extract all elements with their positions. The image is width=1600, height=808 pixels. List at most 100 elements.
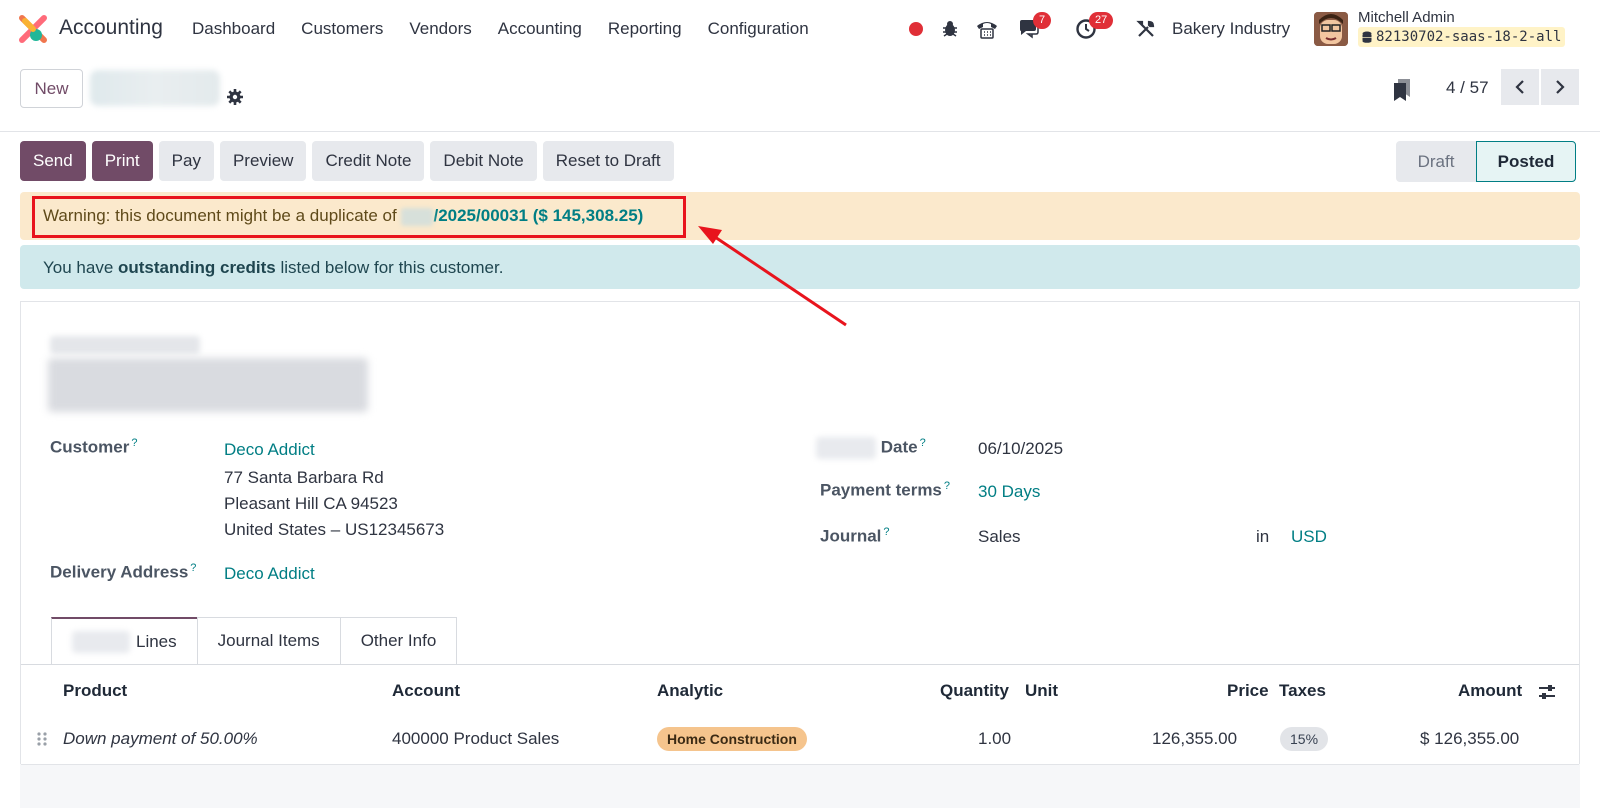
duplicate-document-link[interactable]: /2025/00031 ($ 145,308.25) bbox=[433, 206, 643, 225]
tab-divider bbox=[21, 664, 1579, 665]
record-title-redacted bbox=[90, 70, 220, 106]
help-icon[interactable]: ? bbox=[131, 437, 137, 449]
messages-count-badge: 7 bbox=[1033, 12, 1052, 29]
chevron-right-icon bbox=[1556, 80, 1565, 94]
app-name[interactable]: Accounting bbox=[59, 16, 163, 40]
voip-button[interactable] bbox=[973, 0, 1001, 58]
tab-other-info[interactable]: Other Info bbox=[339, 617, 458, 664]
tab-lines[interactable]: Lines bbox=[51, 617, 198, 664]
bookmark-icon[interactable] bbox=[1393, 78, 1411, 102]
drag-handle-icon[interactable] bbox=[36, 731, 48, 747]
customer-label: Customer? bbox=[50, 437, 138, 457]
warning-prefix: Warning: this document might be a duplic… bbox=[43, 206, 397, 225]
print-button[interactable]: Print bbox=[91, 141, 153, 181]
row-separator bbox=[21, 764, 1579, 765]
bug-icon bbox=[943, 21, 957, 37]
column-quantity[interactable]: Quantity bbox=[940, 681, 1009, 701]
sheet-footer-area bbox=[20, 764, 1580, 808]
pager-value[interactable]: 4 / 57 bbox=[1446, 78, 1489, 98]
line-account[interactable]: 400000 Product Sales bbox=[392, 729, 559, 749]
debug-button[interactable] bbox=[938, 0, 962, 58]
customer-address-line1: 77 Santa Barbara Rd bbox=[224, 468, 384, 487]
user-name[interactable]: Mitchell Admin bbox=[1358, 9, 1455, 26]
pay-button[interactable]: Pay bbox=[158, 141, 214, 181]
notebook-tabs: Lines Journal Items Other Info bbox=[51, 617, 458, 664]
menu-customers[interactable]: Customers bbox=[301, 19, 383, 39]
info-text: You have outstanding credits listed belo… bbox=[43, 258, 503, 278]
new-button[interactable]: New bbox=[20, 69, 83, 108]
pager-next-button[interactable] bbox=[1541, 69, 1579, 105]
gear-icon[interactable] bbox=[226, 88, 244, 106]
menu-accounting[interactable]: Accounting bbox=[498, 19, 582, 39]
duplicate-warning-alert: Warning: this document might be a duplic… bbox=[20, 192, 1580, 240]
tab-journal-items[interactable]: Journal Items bbox=[196, 617, 341, 664]
column-unit[interactable]: Unit bbox=[1025, 681, 1058, 701]
line-price[interactable]: 126,355.00 bbox=[1152, 729, 1237, 749]
journal-label: Journal? bbox=[820, 526, 890, 546]
messages-button[interactable] bbox=[1016, 0, 1044, 58]
menu-configuration[interactable]: Configuration bbox=[708, 19, 809, 39]
main-menu: Dashboard Customers Vendors Accounting R… bbox=[192, 0, 835, 58]
date-label-redacted bbox=[816, 437, 876, 460]
credit-note-button[interactable]: Credit Note bbox=[312, 141, 425, 181]
column-product[interactable]: Product bbox=[63, 681, 127, 701]
debit-note-button[interactable]: Debit Note bbox=[430, 141, 537, 181]
tax-tag[interactable]: 15% bbox=[1280, 727, 1329, 751]
menu-dashboard[interactable]: Dashboard bbox=[192, 19, 275, 39]
info-text-bold: outstanding credits bbox=[118, 258, 276, 277]
document-type-redacted bbox=[50, 336, 200, 354]
activities-count-badge: 27 bbox=[1089, 12, 1114, 29]
status-posted[interactable]: Posted bbox=[1476, 141, 1576, 182]
control-panel: New 4 / 57 bbox=[0, 58, 1600, 132]
chevron-left-icon bbox=[1515, 80, 1524, 94]
accounting-app-icon[interactable] bbox=[19, 15, 47, 43]
menu-reporting[interactable]: Reporting bbox=[608, 19, 682, 39]
tools-icon bbox=[1136, 20, 1155, 37]
line-product[interactable]: Down payment of 50.00% bbox=[63, 729, 258, 749]
settings-tools-button[interactable] bbox=[1133, 0, 1159, 58]
preview-button[interactable]: Preview bbox=[219, 141, 307, 181]
database-name: 82130702-saas-18-2-all bbox=[1376, 29, 1562, 45]
line-quantity[interactable]: 1.00 bbox=[978, 729, 1011, 749]
optional-columns-icon[interactable] bbox=[1537, 683, 1557, 701]
tab-lines-redacted bbox=[72, 630, 130, 653]
payment-terms-link[interactable]: 30 Days bbox=[978, 482, 1040, 502]
database-chip: 82130702-saas-18-2-all bbox=[1358, 27, 1566, 47]
tab-lines-label: Lines bbox=[136, 631, 177, 651]
customer-link[interactable]: Deco Addict bbox=[224, 440, 315, 460]
status-draft[interactable]: Draft bbox=[1396, 141, 1476, 182]
column-analytic[interactable]: Analytic bbox=[657, 681, 723, 701]
currency-link[interactable]: USD bbox=[1291, 527, 1327, 547]
company-switcher[interactable]: Bakery Industry bbox=[1172, 19, 1290, 39]
column-price[interactable]: Price bbox=[1227, 681, 1269, 701]
column-taxes[interactable]: Taxes bbox=[1279, 681, 1326, 701]
status-bar: Draft Posted bbox=[1396, 141, 1576, 182]
delivery-address-label: Delivery Address? bbox=[50, 562, 197, 582]
send-button[interactable]: Send bbox=[20, 141, 86, 181]
help-icon[interactable]: ? bbox=[920, 437, 926, 449]
menu-vendors[interactable]: Vendors bbox=[409, 19, 471, 39]
info-text-pre: You have bbox=[43, 258, 118, 277]
info-text-post: listed below for this customer. bbox=[275, 258, 504, 277]
column-amount[interactable]: Amount bbox=[1458, 681, 1522, 701]
column-account[interactable]: Account bbox=[392, 681, 460, 701]
help-icon[interactable]: ? bbox=[944, 480, 950, 492]
help-icon[interactable]: ? bbox=[883, 526, 889, 538]
date-label: Date? bbox=[816, 437, 926, 460]
user-avatar[interactable] bbox=[1314, 12, 1348, 46]
redacted-prefix bbox=[401, 207, 434, 226]
customer-address-line3: United States – US12345673 bbox=[224, 520, 445, 539]
help-icon[interactable]: ? bbox=[190, 562, 196, 574]
reset-to-draft-button[interactable]: Reset to Draft bbox=[542, 141, 674, 181]
analytic-tag[interactable]: Home Construction bbox=[657, 727, 807, 751]
action-bar: Send Print Pay Preview Credit Note Debit… bbox=[20, 141, 674, 181]
top-navbar: Accounting Dashboard Customers Vendors A… bbox=[0, 0, 1600, 58]
activities-button[interactable] bbox=[1072, 0, 1100, 58]
delivery-address-link[interactable]: Deco Addict bbox=[224, 564, 315, 584]
pager-previous-button[interactable] bbox=[1501, 69, 1539, 105]
phone-icon bbox=[977, 22, 997, 39]
journal-value[interactable]: Sales bbox=[978, 527, 1021, 547]
date-value[interactable]: 06/10/2025 bbox=[978, 439, 1063, 459]
recording-button[interactable] bbox=[906, 0, 926, 58]
avatar-face-icon bbox=[1314, 12, 1348, 46]
